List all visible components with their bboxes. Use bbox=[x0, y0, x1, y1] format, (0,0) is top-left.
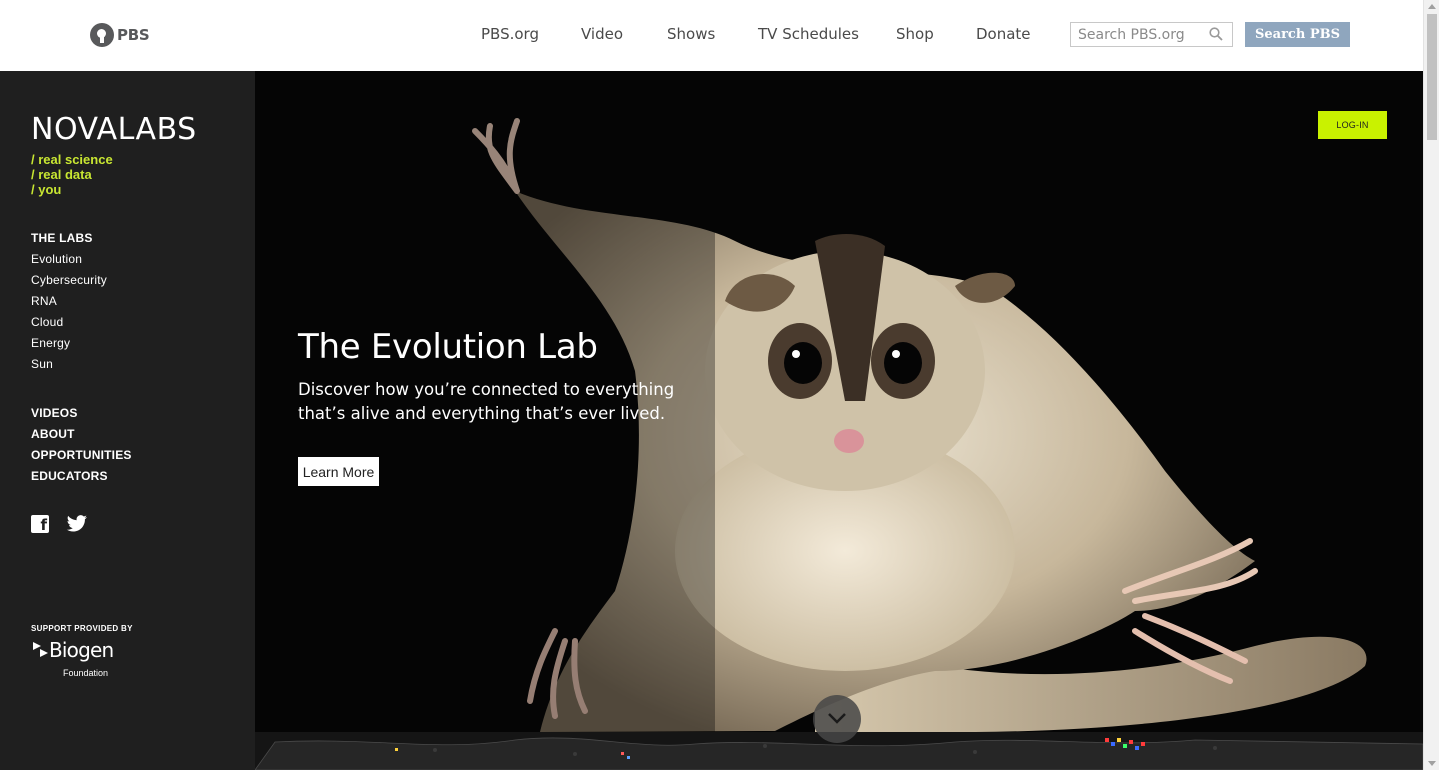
pbs-head-icon bbox=[90, 23, 114, 47]
search-pbs-button[interactable]: Search PBS bbox=[1245, 22, 1350, 47]
hero-title: The Evolution Lab bbox=[298, 327, 598, 367]
search-icon[interactable] bbox=[1209, 27, 1223, 41]
nav-videos[interactable]: VIDEOS bbox=[31, 406, 132, 427]
hero: LOG-IN The Evolution Lab Discover how yo… bbox=[255, 71, 1423, 732]
labs-nav: THE LABS Evolution Cybersecurity RNA Clo… bbox=[31, 231, 107, 378]
nav-pbs-org[interactable]: PBS.org bbox=[481, 25, 539, 43]
lab-link-energy[interactable]: Energy bbox=[31, 336, 107, 357]
nav-shows[interactable]: Shows bbox=[667, 25, 715, 43]
nav-video[interactable]: Video bbox=[581, 25, 623, 43]
pbs-header: PBS PBS.org Video Shows TV Schedules Sho… bbox=[0, 0, 1423, 71]
lab-link-sun[interactable]: Sun bbox=[31, 357, 107, 378]
labs-heading[interactable]: THE LABS bbox=[31, 231, 107, 245]
tagline: / real science / real data / you bbox=[31, 152, 113, 197]
learn-more-button[interactable]: Learn More bbox=[298, 457, 379, 486]
facebook-icon[interactable]: f bbox=[31, 515, 49, 533]
twitter-icon[interactable] bbox=[66, 515, 88, 533]
nav-donate[interactable]: Donate bbox=[976, 25, 1031, 43]
support-label: SUPPORT PROVIDED BY bbox=[31, 624, 133, 633]
lab-link-cybersecurity[interactable]: Cybersecurity bbox=[31, 273, 107, 294]
tagline-line: / real science bbox=[31, 152, 113, 167]
scroll-down-arrow-icon[interactable] bbox=[1428, 761, 1436, 766]
nav-about[interactable]: ABOUT bbox=[31, 427, 132, 448]
sponsor-sub: Foundation bbox=[63, 668, 109, 678]
scroll-down-button[interactable] bbox=[813, 695, 861, 743]
chevron-down-icon bbox=[828, 713, 846, 724]
scroll-thumb[interactable] bbox=[1427, 14, 1437, 140]
sponsor-name: Biogen bbox=[49, 638, 114, 662]
tagline-line: / you bbox=[31, 182, 62, 197]
lab-link-cloud[interactable]: Cloud bbox=[31, 315, 107, 336]
page-scrollbar[interactable] bbox=[1423, 0, 1439, 770]
nav-shop[interactable]: Shop bbox=[896, 25, 934, 43]
novalabs-logo[interactable]: NOVALABS bbox=[31, 115, 197, 145]
social-links: f bbox=[31, 515, 88, 533]
pbs-search-box bbox=[1070, 22, 1233, 47]
pbs-logo-text: PBS bbox=[117, 26, 150, 44]
tagline-line: / real data bbox=[31, 167, 92, 182]
lab-link-rna[interactable]: RNA bbox=[31, 294, 107, 315]
pbs-logo[interactable]: PBS bbox=[90, 23, 150, 47]
nav-tv-schedules[interactable]: TV Schedules bbox=[758, 25, 859, 43]
search-input[interactable] bbox=[1071, 23, 1207, 46]
nav-opportunities[interactable]: OPPORTUNITIES bbox=[31, 448, 132, 469]
sidebar: NOVALABS / real science / real data / yo… bbox=[0, 71, 255, 770]
biogen-mark-icon bbox=[33, 642, 48, 657]
nav-educators[interactable]: EDUCATORS bbox=[31, 469, 132, 490]
hero-description: Discover how you’re connected to everyth… bbox=[298, 380, 675, 423]
lab-link-evolution[interactable]: Evolution bbox=[31, 252, 107, 273]
scroll-up-arrow-icon[interactable] bbox=[1428, 4, 1436, 9]
biogen-logo[interactable]: Biogen Foundation bbox=[31, 638, 114, 678]
secondary-nav: VIDEOS ABOUT OPPORTUNITIES EDUCATORS bbox=[31, 406, 132, 490]
